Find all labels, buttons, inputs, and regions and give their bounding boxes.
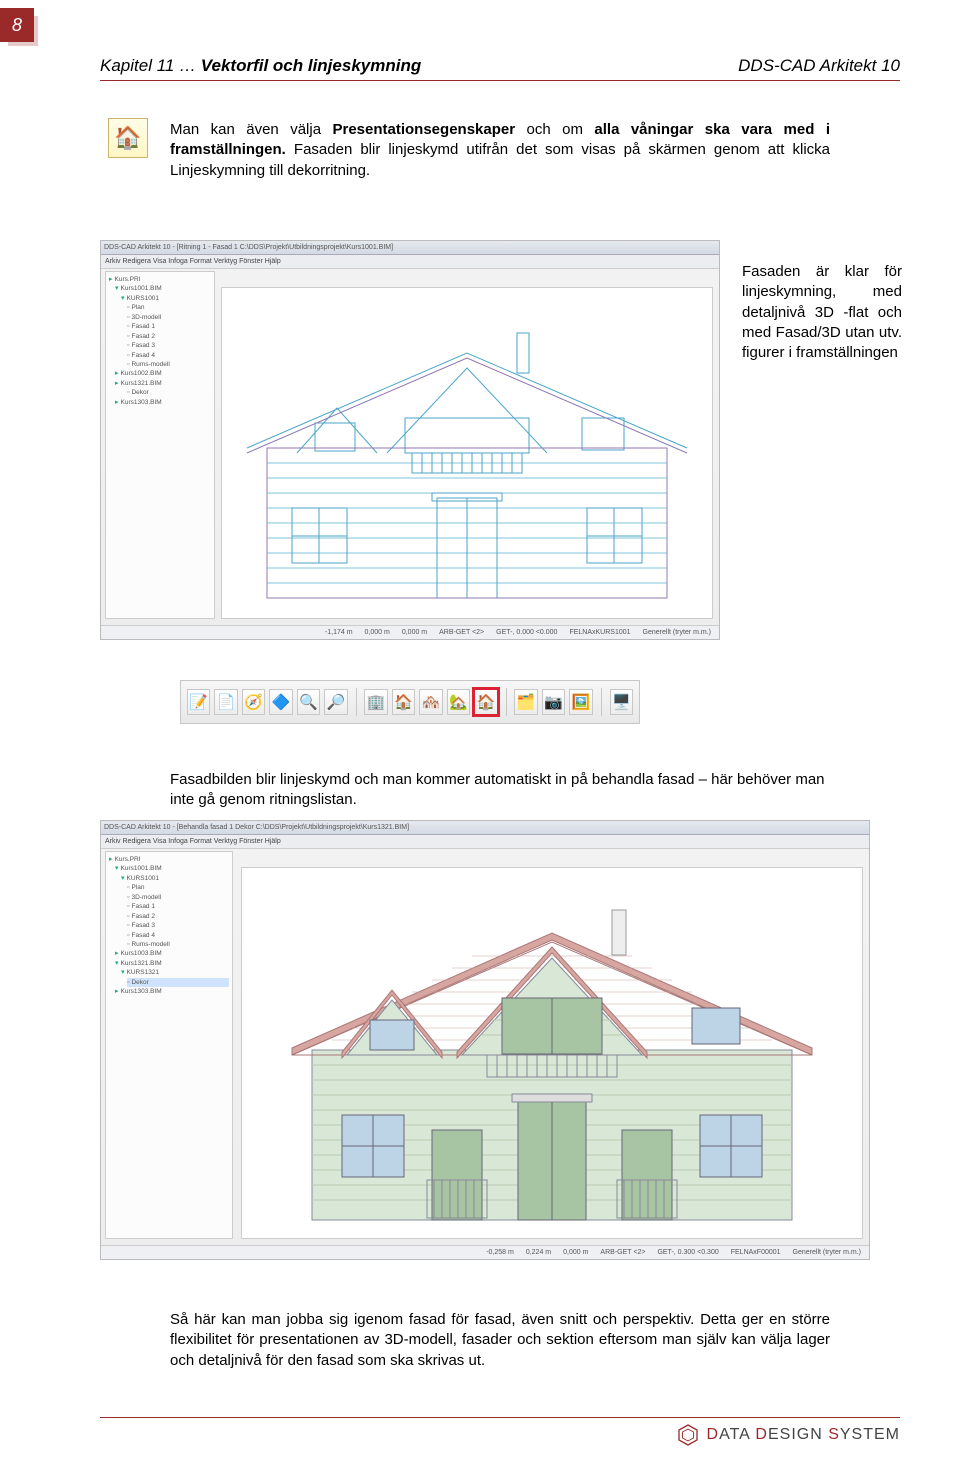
footer-logo: DATA DESIGN SYSTEM xyxy=(677,1424,900,1446)
tree-item: Fasad 3 xyxy=(131,342,155,349)
status-bar: -0,258 m 0,224 m 0,000 m ARB-GET <2> GET… xyxy=(101,1245,869,1259)
tree-item: Fasad 1 xyxy=(131,323,155,330)
hex-logo-icon xyxy=(677,1424,699,1446)
tool-layers-icon[interactable]: 🗂️ xyxy=(514,689,537,715)
tool-compass-icon[interactable]: 🧭 xyxy=(242,689,265,715)
tree-item: Kurs1001.BIM xyxy=(121,285,162,292)
p1-t2: och om xyxy=(527,121,595,138)
p1-t1: Man kan även välja xyxy=(170,121,332,138)
status-item: FELNAxKURS1001 xyxy=(569,629,630,636)
paragraph-3: Så här kan man jobba sig igenom fasad fö… xyxy=(170,1310,830,1371)
footer-rule xyxy=(100,1417,900,1418)
tree-item: Kurs1321.BIM xyxy=(121,960,162,967)
tree-root: ▸Kurs.PRI xyxy=(109,275,211,284)
chapter-title: Vektorfil och linjeskymning xyxy=(201,56,421,75)
drawing-canvas xyxy=(221,287,713,619)
tool-zoomred-icon[interactable]: 🔎 xyxy=(324,689,347,715)
toolbar-separator xyxy=(506,688,507,716)
drawing-canvas xyxy=(241,867,863,1239)
toolbar-separator xyxy=(356,688,357,716)
paragraph-1: Man kan även välja Presentationsegenskap… xyxy=(170,120,830,181)
project-tree: ▸Kurs.PRI ▾Kurs1001.BIM ▾KURS1001 ▫Plan … xyxy=(105,851,233,1239)
page-header: Kapitel 11 … Vektorfil och linjeskymning… xyxy=(100,56,900,81)
tree-item: Kurs1003.BIM xyxy=(121,950,162,957)
tree-item: Kurs1321.BIM xyxy=(121,380,162,387)
status-item: 0,000 m xyxy=(563,1249,588,1256)
tree-item: 3D-modell xyxy=(131,314,161,321)
tool-image-icon[interactable]: 🖼️ xyxy=(569,689,592,715)
tree-item: KURS1001 xyxy=(127,875,160,882)
tree-root: ▸Kurs.PRI xyxy=(109,855,229,864)
paragraph-2: Fasadbilden blir linjeskymd och man komm… xyxy=(170,770,830,811)
status-item: ARB-GET <2> xyxy=(600,1249,645,1256)
project-tree: ▸Kurs.PRI ▾Kurs1001.BIM ▾KURS1001 ▫Plan … xyxy=(105,271,215,619)
tree-item: Kurs1303.BIM xyxy=(121,988,162,995)
tree-item: KURS1001 xyxy=(127,295,160,302)
tool-houses-icon[interactable]: 🏘️ xyxy=(419,689,442,715)
house-icon: 🏠 xyxy=(108,118,148,158)
side-note: Fasaden är klar för linjeskymning, med d… xyxy=(742,262,902,363)
screenshot-2: DDS-CAD Arkitekt 10 - [Behandla fasad 1 … xyxy=(100,820,870,1260)
tree-item: Fasad 3 xyxy=(131,922,155,929)
tool-page-icon[interactable]: 📄 xyxy=(214,689,237,715)
tree-item: Fasad 4 xyxy=(131,932,155,939)
tree-item: Fasad 2 xyxy=(131,913,155,920)
tool-camera-icon[interactable]: 📷 xyxy=(542,689,565,715)
status-item: GET-, 0.000 <0.000 xyxy=(496,629,557,636)
window-titlebar: DDS-CAD Arkitekt 10 - [Ritning 1 - Fasad… xyxy=(101,241,719,255)
tree-item: Rums-modell xyxy=(131,361,169,368)
toolbar-separator xyxy=(601,688,602,716)
header-right: DDS-CAD Arkitekt 10 xyxy=(738,56,900,76)
status-bar: -1,174 m 0,000 m 0,000 m ARB-GET <2> GET… xyxy=(101,625,719,639)
tree-item: Fasad 2 xyxy=(131,333,155,340)
window-menubar: Arkiv Redigera Visa Infoga Format Verkty… xyxy=(101,255,719,269)
status-item: 0,000 m xyxy=(402,629,427,636)
house-wireframe xyxy=(237,298,697,618)
status-item: Generellt (tryter m.m.) xyxy=(643,629,711,636)
status-item: 0,224 m xyxy=(526,1249,551,1256)
status-item: -0,258 m xyxy=(486,1249,514,1256)
window-titlebar: DDS-CAD Arkitekt 10 - [Behandla fasad 1 … xyxy=(101,821,869,835)
tree-item: KURS1321 xyxy=(127,969,160,976)
tree-item: Kurs1001.BIM xyxy=(121,865,162,872)
window-menubar: Arkiv Redigera Visa Infoga Format Verkty… xyxy=(101,835,869,849)
tree-item-selected: Dekor xyxy=(131,979,148,986)
chapter-prefix: Kapitel 11 … xyxy=(100,56,201,75)
header-left: Kapitel 11 … Vektorfil och linjeskymning xyxy=(100,56,421,76)
tree-item: Rums-modell xyxy=(131,941,169,948)
tool-shape-icon[interactable]: 🔷 xyxy=(269,689,292,715)
tool-edit-icon[interactable]: 📝 xyxy=(187,689,210,715)
tool-screen-icon[interactable]: 🖥️ xyxy=(610,689,633,715)
tool-lineshade-house-icon[interactable]: 🏠 xyxy=(474,689,497,715)
status-item: 0,000 m xyxy=(365,629,390,636)
toolbar-strip: 📝 📄 🧭 🔷 🔍 🔎 🏢 🏠 🏘️ 🏡 🏠 🗂️ 📷 🖼️ 🖥️ xyxy=(180,680,640,724)
tool-zoom-icon[interactable]: 🔍 xyxy=(297,689,320,715)
tree-item: Plan xyxy=(131,884,144,891)
tree-item: Fasad 4 xyxy=(131,352,155,359)
status-item: -1,174 m xyxy=(325,629,353,636)
tree-item: Kurs1303.BIM xyxy=(121,399,162,406)
status-item: Generellt (tryter m.m.) xyxy=(793,1249,861,1256)
page-number-badge: 8 xyxy=(0,8,34,42)
p1-b1: Presentationsegenskaper xyxy=(332,121,515,138)
tree-item: 3D-modell xyxy=(131,894,161,901)
tree-item: Fasad 1 xyxy=(131,903,155,910)
tool-building-icon[interactable]: 🏢 xyxy=(364,689,387,715)
house-rendered xyxy=(272,880,832,1240)
tree-item: Dekor xyxy=(131,389,148,396)
tool-house-icon[interactable]: 🏠 xyxy=(392,689,415,715)
tool-house3-icon[interactable]: 🏡 xyxy=(447,689,470,715)
footer-brand: DATA DESIGN SYSTEM xyxy=(707,1426,900,1444)
tree-item: Plan xyxy=(131,304,144,311)
screenshot-1: DDS-CAD Arkitekt 10 - [Ritning 1 - Fasad… xyxy=(100,240,720,640)
status-item: GET-, 0.300 <0.300 xyxy=(657,1249,718,1256)
tree-item: Kurs1002.BIM xyxy=(121,370,162,377)
status-item: ARB-GET <2> xyxy=(439,629,484,636)
status-item: FELNAxF00001 xyxy=(731,1249,781,1256)
